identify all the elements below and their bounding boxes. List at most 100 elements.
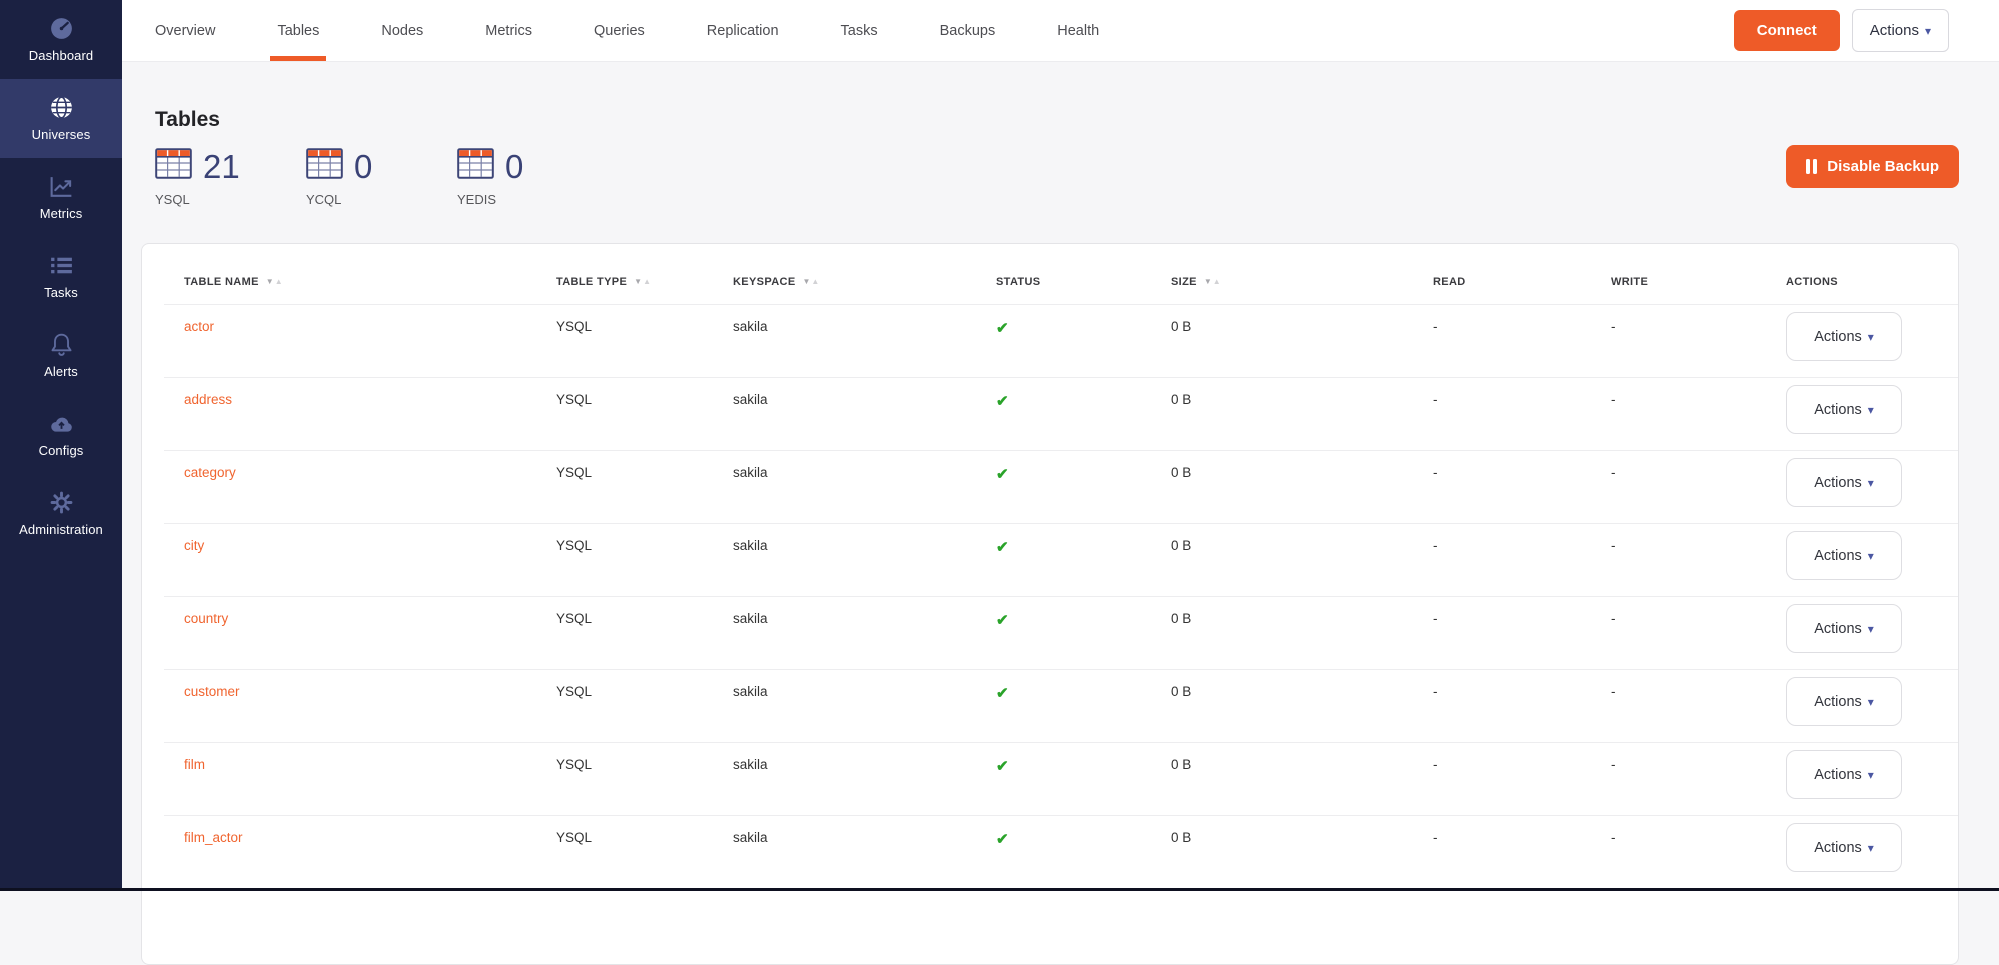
cell-table-name: film <box>164 743 556 816</box>
tab-tasks[interactable]: Tasks <box>834 0 885 61</box>
tab-health[interactable]: Health <box>1050 0 1106 61</box>
sidebar-item-label: Tasks <box>44 285 78 300</box>
sidebar-item-dashboard[interactable]: Dashboard <box>0 0 122 79</box>
sidebar-item-label: Metrics <box>40 206 83 221</box>
cell-table-name: film_actor <box>164 816 556 889</box>
cell-table-type: YSQL <box>556 597 733 670</box>
row-actions-dropdown[interactable]: Actions▾ <box>1786 312 1902 361</box>
tab-overview[interactable]: Overview <box>148 0 222 61</box>
cell-write: - <box>1611 524 1786 597</box>
row-actions-dropdown[interactable]: Actions▾ <box>1786 531 1902 580</box>
row-actions-label: Actions <box>1814 694 1862 710</box>
column-label: TABLE NAME <box>184 276 259 288</box>
column-header-table-name[interactable]: TABLE NAME ▼▲ <box>164 244 556 305</box>
table-name-link[interactable]: film <box>184 757 205 772</box>
table-name-link[interactable]: country <box>184 611 228 626</box>
globe-icon <box>48 94 75 121</box>
cell-actions: Actions▾ <box>1786 378 1958 451</box>
cell-table-type: YSQL <box>556 743 733 816</box>
sidebar-item-configs[interactable]: Configs <box>0 395 122 474</box>
sidebar-item-universes[interactable]: Universes <box>0 79 122 158</box>
cell-size: 0 B <box>1171 816 1433 889</box>
stat-label: YSQL <box>155 192 240 207</box>
sidebar-item-administration[interactable]: Administration <box>0 474 122 553</box>
tab-queries[interactable]: Queries <box>587 0 652 61</box>
row-actions-dropdown[interactable]: Actions▾ <box>1786 458 1902 507</box>
sort-icon[interactable]: ▼▲ <box>266 277 284 286</box>
disable-backup-button[interactable]: Disable Backup <box>1786 145 1959 188</box>
table-icon <box>457 148 494 184</box>
cell-write: - <box>1611 597 1786 670</box>
table-name-link[interactable]: film_actor <box>184 830 243 845</box>
tab-nodes[interactable]: Nodes <box>374 0 430 61</box>
cell-table-type: YSQL <box>556 378 733 451</box>
cell-read: - <box>1433 524 1611 597</box>
cell-table-name: country <box>164 597 556 670</box>
sort-icon[interactable]: ▼▲ <box>803 277 821 286</box>
row-actions-dropdown[interactable]: Actions▾ <box>1786 385 1902 434</box>
topbar-buttons: Connect Actions ▾ <box>1734 0 1949 61</box>
row-actions-label: Actions <box>1814 329 1862 345</box>
sidebar-item-label: Alerts <box>44 364 78 379</box>
cell-table-type: YSQL <box>556 670 733 743</box>
cell-write: - <box>1611 305 1786 378</box>
universe-actions-dropdown[interactable]: Actions ▾ <box>1852 9 1949 52</box>
cell-status: ✔ <box>996 816 1171 889</box>
cell-table-name: category <box>164 451 556 524</box>
cell-keyspace: sakila <box>733 378 996 451</box>
cell-read: - <box>1433 378 1611 451</box>
tables-table-card: TABLE NAME▼▲TABLE TYPE▼▲KEYSPACE▼▲STATUS… <box>141 243 1959 965</box>
cell-table-type: YSQL <box>556 816 733 889</box>
connect-button[interactable]: Connect <box>1734 10 1840 51</box>
table-name-link[interactable]: category <box>184 465 236 480</box>
chevron-down-icon: ▾ <box>1868 404 1874 416</box>
stat-value: 0 <box>505 150 523 183</box>
status-check-icon: ✔ <box>996 393 1009 410</box>
table-icon <box>155 148 192 184</box>
column-header-table-type[interactable]: TABLE TYPE▼▲ <box>556 244 733 305</box>
cell-size: 0 B <box>1171 524 1433 597</box>
table-name-link[interactable]: address <box>184 392 232 407</box>
table-name-link[interactable]: city <box>184 538 204 553</box>
cell-size: 0 B <box>1171 451 1433 524</box>
stat-label: YCQL <box>306 192 391 207</box>
row-actions-dropdown[interactable]: Actions▾ <box>1786 750 1902 799</box>
sidebar-item-label: Universes <box>32 127 91 142</box>
column-header-size[interactable]: SIZE ▼▲ <box>1171 244 1433 305</box>
row-actions-dropdown[interactable]: Actions▾ <box>1786 604 1902 653</box>
sidebar-item-alerts[interactable]: Alerts <box>0 316 122 395</box>
column-label: WRITE <box>1611 276 1648 288</box>
tab-replication[interactable]: Replication <box>700 0 786 61</box>
row-actions-dropdown[interactable]: Actions▾ <box>1786 823 1902 872</box>
tab-backups[interactable]: Backups <box>933 0 1003 61</box>
row-actions-dropdown[interactable]: Actions ▾ <box>1786 677 1902 726</box>
tab-list: Overview Tables Nodes Metrics Queries Replica… <box>148 0 1154 61</box>
chevron-down-icon: ▾ <box>1868 550 1874 562</box>
sidebar-item-metrics[interactable]: Metrics <box>0 158 122 237</box>
tab-metrics[interactable]: Metrics <box>478 0 539 61</box>
cell-write: - <box>1611 451 1786 524</box>
cell-actions: Actions▾ <box>1786 305 1958 378</box>
chevron-down-icon: ▾ <box>1868 696 1874 708</box>
sidebar-item-tasks[interactable]: Tasks <box>0 237 122 316</box>
column-header-read: READ <box>1433 244 1611 305</box>
tab-tables[interactable]: Tables <box>270 0 326 61</box>
sidebar-item-label: Dashboard <box>29 48 94 63</box>
cell-status: ✔ <box>996 597 1171 670</box>
cell-keyspace: sakila <box>733 451 996 524</box>
column-label: SIZE <box>1171 276 1197 288</box>
column-header-keyspace[interactable]: KEYSPACE▼▲ <box>733 244 996 305</box>
table-row-category: categoryYSQLsakila✔0 B--Actions▾ <box>164 451 1958 524</box>
table-name-link[interactable]: actor <box>184 319 214 334</box>
table-header-row: TABLE NAME▼▲TABLE TYPE▼▲KEYSPACE▼▲STATUS… <box>164 244 1958 305</box>
cell-table-name: address <box>164 378 556 451</box>
cell-size: 0 B <box>1171 597 1433 670</box>
cell-keyspace: sakila <box>733 524 996 597</box>
column-label: ACTIONS <box>1786 276 1838 288</box>
stat-ycql: 0YCQL <box>306 148 391 207</box>
sort-icon[interactable]: ▼▲ <box>1204 277 1222 286</box>
table-name-link[interactable]: customer <box>184 684 240 699</box>
sort-icon[interactable]: ▼▲ <box>634 277 652 286</box>
table-row-actor: actorYSQLsakila✔0 B--Actions▾ <box>164 305 1958 378</box>
cell-status: ✔ <box>996 670 1171 743</box>
